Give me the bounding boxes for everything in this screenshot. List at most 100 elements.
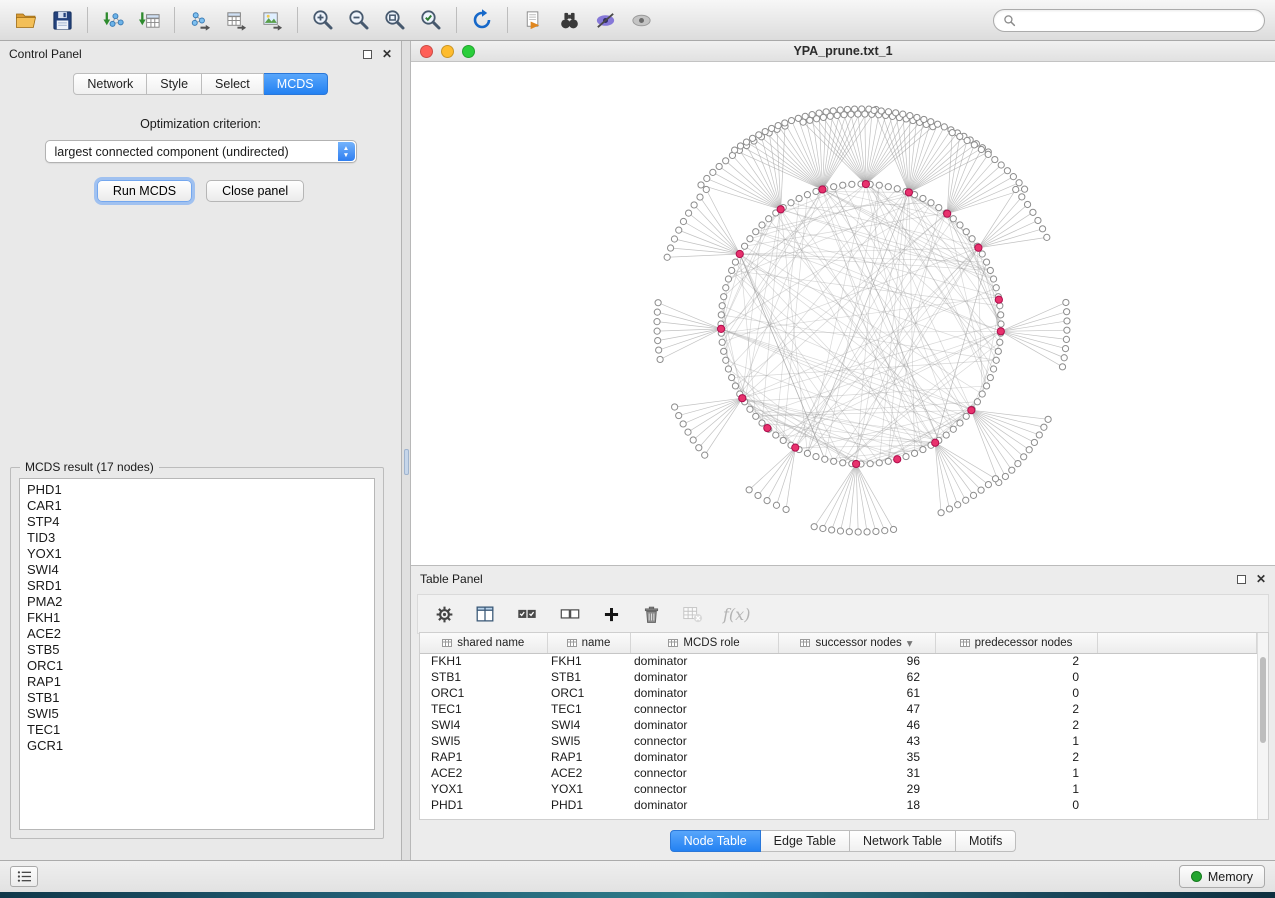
mcds-result-item[interactable]: TID3 bbox=[20, 530, 374, 546]
table-cell[interactable]: 43 bbox=[778, 733, 935, 749]
export-image-button[interactable] bbox=[256, 4, 288, 36]
memory-button[interactable]: Memory bbox=[1179, 865, 1265, 888]
table-cell[interactable]: 31 bbox=[778, 765, 935, 781]
annotation-button[interactable] bbox=[517, 4, 549, 36]
table-cell[interactable]: ACE2 bbox=[420, 765, 547, 781]
table-cell[interactable]: FKH1 bbox=[547, 653, 630, 669]
table-cell[interactable]: 1 bbox=[935, 765, 1097, 781]
tab-network-table[interactable]: Network Table bbox=[850, 830, 956, 852]
close-panel-icon[interactable]: ✕ bbox=[1256, 573, 1266, 585]
select-all-button[interactable] bbox=[515, 603, 539, 625]
criterion-select[interactable]: largest connected component (undirected)… bbox=[45, 140, 357, 163]
mcds-result-item[interactable]: YOX1 bbox=[20, 546, 374, 562]
table-cell[interactable]: dominator bbox=[630, 669, 778, 685]
column-header-shared-name[interactable]: shared name bbox=[420, 633, 547, 653]
table-cell[interactable] bbox=[1097, 733, 1257, 749]
table-cell[interactable]: SWI5 bbox=[547, 733, 630, 749]
mcds-result-item[interactable]: STP4 bbox=[20, 514, 374, 530]
table-cell[interactable]: dominator bbox=[630, 797, 778, 813]
table-cell[interactable]: 29 bbox=[778, 781, 935, 797]
table-cell[interactable]: dominator bbox=[630, 653, 778, 669]
tab-node-table[interactable]: Node Table bbox=[670, 830, 761, 852]
table-cell[interactable]: connector bbox=[630, 733, 778, 749]
table-cell[interactable] bbox=[1097, 685, 1257, 701]
zoom-selected-button[interactable] bbox=[415, 4, 447, 36]
tab-motifs[interactable]: Motifs bbox=[956, 830, 1016, 852]
table-cell[interactable] bbox=[1097, 749, 1257, 765]
column-header-predecessor-nodes[interactable]: predecessor nodes bbox=[935, 633, 1097, 653]
table-row[interactable]: PHD1PHD1dominator180 bbox=[420, 797, 1257, 813]
table-cell[interactable]: connector bbox=[630, 701, 778, 717]
sort-arrow-icon[interactable]: ▾ bbox=[907, 636, 913, 650]
mcds-result-item[interactable]: FKH1 bbox=[20, 610, 374, 626]
table-cell[interactable]: 62 bbox=[778, 669, 935, 685]
table-cell[interactable]: 2 bbox=[935, 717, 1097, 733]
table-cell[interactable]: SWI4 bbox=[547, 717, 630, 733]
mcds-result-item[interactable]: SWI4 bbox=[20, 562, 374, 578]
show-columns-button[interactable] bbox=[474, 603, 496, 625]
zoom-in-button[interactable] bbox=[307, 4, 339, 36]
search-input[interactable] bbox=[1022, 13, 1255, 27]
export-network-button[interactable] bbox=[184, 4, 216, 36]
table-cell[interactable]: ORC1 bbox=[420, 685, 547, 701]
table-cell[interactable]: 18 bbox=[778, 797, 935, 813]
table-cell[interactable]: RAP1 bbox=[547, 749, 630, 765]
table-cell[interactable] bbox=[1097, 781, 1257, 797]
show-all-button[interactable] bbox=[625, 4, 657, 36]
network-graph-canvas[interactable] bbox=[411, 62, 1275, 565]
table-row[interactable]: SWI5SWI5connector431 bbox=[420, 733, 1257, 749]
table-cell[interactable]: 35 bbox=[778, 749, 935, 765]
table-cell[interactable] bbox=[1097, 653, 1257, 669]
table-cell[interactable] bbox=[1097, 669, 1257, 685]
table-cell[interactable]: 61 bbox=[778, 685, 935, 701]
table-row[interactable]: ORC1ORC1dominator610 bbox=[420, 685, 1257, 701]
table-cell[interactable]: TEC1 bbox=[547, 701, 630, 717]
table-cell[interactable]: STB1 bbox=[420, 669, 547, 685]
close-window-icon[interactable] bbox=[420, 45, 433, 58]
column-header-name[interactable]: name bbox=[547, 633, 630, 653]
mcds-result-item[interactable]: ORC1 bbox=[20, 658, 374, 674]
table-cell[interactable]: PHD1 bbox=[547, 797, 630, 813]
search-network-button[interactable] bbox=[553, 4, 585, 36]
table-cell[interactable]: 2 bbox=[935, 749, 1097, 765]
open-file-button[interactable] bbox=[10, 4, 42, 36]
tab-mcds[interactable]: MCDS bbox=[264, 73, 328, 95]
table-cell[interactable]: SWI5 bbox=[420, 733, 547, 749]
table-row[interactable]: YOX1YOX1connector291 bbox=[420, 781, 1257, 797]
table-cell[interactable]: ORC1 bbox=[547, 685, 630, 701]
divider-handle-icon[interactable] bbox=[404, 449, 409, 475]
mcds-result-item[interactable]: CAR1 bbox=[20, 498, 374, 514]
mcds-result-item[interactable]: PMA2 bbox=[20, 594, 374, 610]
add-column-button[interactable] bbox=[601, 604, 622, 625]
float-panel-icon[interactable] bbox=[363, 50, 372, 59]
mcds-result-item[interactable]: STB1 bbox=[20, 690, 374, 706]
float-panel-icon[interactable] bbox=[1237, 575, 1246, 584]
table-scrollbar[interactable] bbox=[1257, 633, 1268, 819]
table-cell[interactable]: 1 bbox=[935, 733, 1097, 749]
table-cell[interactable] bbox=[1097, 797, 1257, 813]
zoom-out-button[interactable] bbox=[343, 4, 375, 36]
search-box[interactable] bbox=[993, 9, 1265, 32]
mcds-result-item[interactable]: GCR1 bbox=[20, 738, 374, 754]
import-table-button[interactable] bbox=[133, 4, 165, 36]
maximize-window-icon[interactable] bbox=[462, 45, 475, 58]
table-cell[interactable]: 0 bbox=[935, 669, 1097, 685]
table-cell[interactable]: SWI4 bbox=[420, 717, 547, 733]
table-cell[interactable]: dominator bbox=[630, 685, 778, 701]
status-menu-button[interactable] bbox=[10, 866, 38, 887]
table-row[interactable]: ACE2ACE2connector311 bbox=[420, 765, 1257, 781]
tab-style[interactable]: Style bbox=[147, 73, 202, 95]
mcds-result-item[interactable]: RAP1 bbox=[20, 674, 374, 690]
table-cell[interactable]: dominator bbox=[630, 749, 778, 765]
table-row[interactable]: TEC1TEC1connector472 bbox=[420, 701, 1257, 717]
table-cell[interactable]: 0 bbox=[935, 797, 1097, 813]
zoom-fit-button[interactable] bbox=[379, 4, 411, 36]
table-cell[interactable]: 2 bbox=[935, 701, 1097, 717]
table-cell[interactable] bbox=[1097, 717, 1257, 733]
table-cell[interactable]: ACE2 bbox=[547, 765, 630, 781]
table-cell[interactable]: YOX1 bbox=[547, 781, 630, 797]
table-cell[interactable]: FKH1 bbox=[420, 653, 547, 669]
tab-network[interactable]: Network bbox=[73, 73, 147, 95]
table-cell[interactable]: 2 bbox=[935, 653, 1097, 669]
column-header-successor-nodes[interactable]: successor nodes ▾ bbox=[778, 633, 935, 653]
